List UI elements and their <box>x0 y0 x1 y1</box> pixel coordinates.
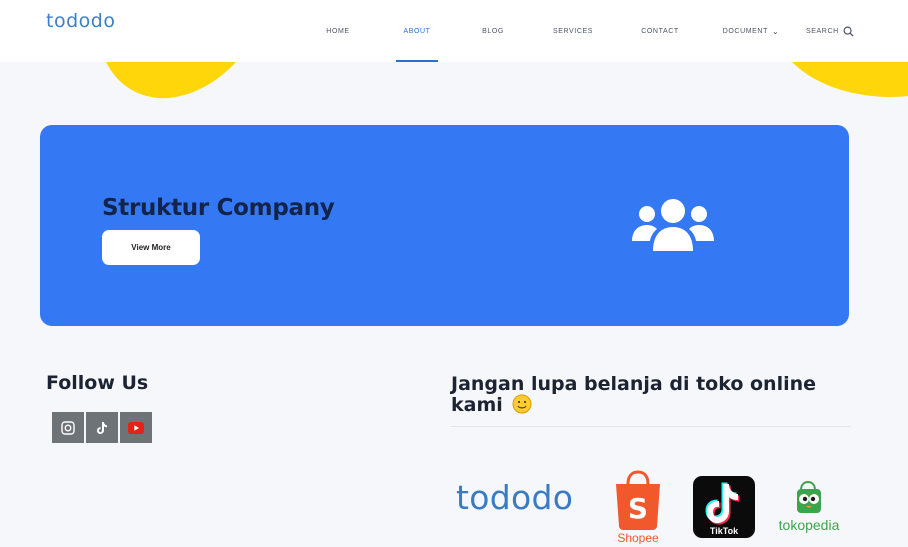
shop-heading-text: Jangan lupa belanja di toko online kami <box>451 373 817 416</box>
shopee-label: Shopee <box>617 531 659 544</box>
youtube-icon <box>128 421 144 434</box>
store-link-shopee[interactable]: S Shopee <box>612 470 664 544</box>
logo-text: tododo <box>46 10 116 32</box>
smiley-emoji-icon <box>512 394 532 414</box>
tiktok-label: TikTok <box>710 526 739 536</box>
nav-contact-label: CONTACT <box>641 27 679 35</box>
instagram-link[interactable] <box>52 412 84 443</box>
struktur-banner: Struktur Company View More <box>40 125 849 326</box>
store-link-tokopedia[interactable]: tokopedia <box>770 480 848 536</box>
nav-blog-label: BLOG <box>482 27 504 35</box>
store-link-tiktok[interactable]: TikTok <box>693 476 755 538</box>
tokopedia-label: tokopedia <box>779 517 840 533</box>
nav-blog[interactable]: BLOG <box>478 0 508 62</box>
decorative-blob-right <box>792 62 908 97</box>
shopee-s-glyph: S <box>628 492 648 525</box>
search-label: SEARCH <box>806 27 839 35</box>
follow-us-heading: Follow Us <box>46 372 149 394</box>
main-nav: HOME ABOUT BLOG SERVICES CONTACT DOCUMEN… <box>320 0 780 62</box>
nav-about-label: ABOUT <box>403 27 431 35</box>
tiktok-link[interactable] <box>86 412 118 443</box>
todo-store-logo-text: tododo <box>456 478 574 517</box>
shop-heading: Jangan lupa belanja di toko online kami <box>451 374 871 415</box>
tiktok-icon <box>97 421 107 434</box>
youtube-link[interactable] <box>120 412 152 443</box>
chevron-down-icon: ⌄ <box>771 26 780 36</box>
site-logo[interactable]: tododo <box>46 10 115 32</box>
social-links <box>52 412 152 443</box>
section-divider <box>451 426 851 427</box>
search-button[interactable]: SEARCH <box>806 0 854 62</box>
view-more-button[interactable]: View More <box>102 230 200 265</box>
nav-home[interactable]: HOME <box>320 0 356 62</box>
store-link-todo[interactable]: tododo <box>456 478 573 517</box>
nav-document[interactable]: DOCUMENT ⌄ <box>722 0 780 62</box>
nav-services[interactable]: SERVICES <box>548 0 598 62</box>
nav-services-label: SERVICES <box>552 27 594 35</box>
site-header: tododo HOME ABOUT BLOG SERVICES CONTACT … <box>0 0 908 62</box>
instagram-icon <box>61 420 75 435</box>
nav-contact[interactable]: CONTACT <box>638 0 682 62</box>
decorative-blob-left <box>106 62 236 99</box>
search-icon <box>843 26 854 37</box>
nav-document-label: DOCUMENT <box>722 27 768 35</box>
nav-home-label: HOME <box>326 27 350 35</box>
users-group-icon <box>632 199 714 251</box>
banner-title: Struktur Company <box>102 195 335 221</box>
nav-about[interactable]: ABOUT <box>396 0 438 62</box>
